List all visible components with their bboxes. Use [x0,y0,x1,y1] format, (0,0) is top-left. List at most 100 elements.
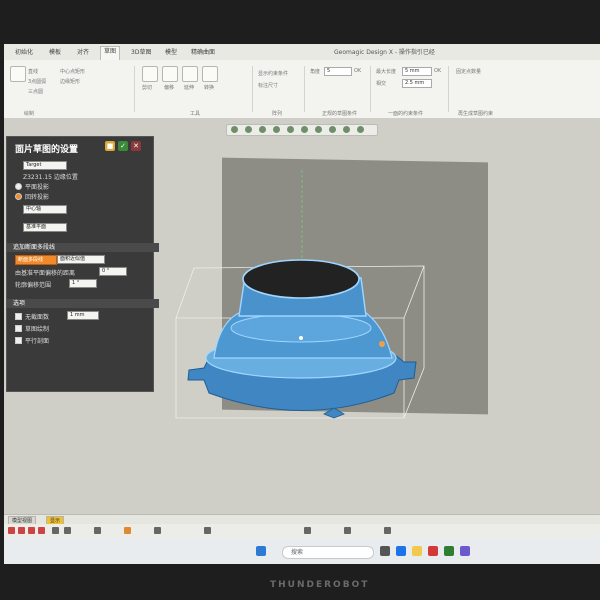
target-description: Z3231.15 边缘位置 [23,174,78,181]
app-icon[interactable] [460,546,470,556]
contour-range-field[interactable]: 1 ° [69,279,97,288]
tool-icon[interactable] [94,527,101,534]
section-add-polyline[interactable]: 追加断面多段线 [7,243,159,252]
view-icon[interactable] [329,126,336,133]
ribbon-item-center-rect[interactable]: 中心点矩形 [60,68,85,75]
ribbon-item-arc[interactable]: 3点圆弧 [28,78,46,85]
app-icon[interactable] [428,546,438,556]
tab-align[interactable]: 对齐 [74,48,92,58]
separator [252,66,253,112]
line-icon[interactable] [10,66,26,82]
opt2-checkbox[interactable] [15,325,22,332]
taskbar-search[interactable]: 搜索 [282,546,374,559]
tool-icon[interactable] [8,527,15,534]
screen: 初始化 模板 对齐 草图 3D草图 模型 精确曲面 Geomagic Desig… [4,44,600,564]
view-icon[interactable] [301,126,308,133]
tab-3dsketch[interactable]: 3D草图 [128,48,154,58]
tool-icon[interactable] [124,527,131,534]
separator [304,66,305,112]
view-icon[interactable] [245,126,252,133]
group-regenerate: 再生成草图约束 [458,111,494,117]
app-title: Geomagic Design X - 操作指引已经 [334,49,435,56]
view-toolbar [226,124,378,136]
separator [448,66,449,112]
task-view-icon[interactable] [380,546,390,556]
view-icon[interactable] [273,126,280,133]
ribbon-item-circle[interactable]: 三点圆 [28,88,43,95]
ribbon-item-edge-rect[interactable]: 边缘矩形 [60,78,80,85]
tab-surface[interactable]: 精确曲面 [188,48,218,58]
ribbon-item-trim[interactable]: 剪切 [142,84,152,91]
axis-selector[interactable]: 中心轴 [23,205,67,214]
max-length-field[interactable]: 5 mm [402,67,432,76]
tolerance-label: 相交 [376,81,387,87]
tolerance-field[interactable]: 2.5 mm [402,79,432,88]
view-icon[interactable] [315,126,322,133]
tool-icon[interactable] [304,527,311,534]
tab-model[interactable]: 模型 [162,48,180,58]
tool-icon[interactable] [52,527,59,534]
radio-rotate-projection-label: 回转投影 [25,194,50,201]
group-one-side-constraint: 一面的约束条件 [388,111,424,117]
tab-template[interactable]: 模板 [46,48,64,58]
trim-icon[interactable] [142,66,158,82]
windows-start-icon[interactable] [256,546,266,556]
ribbon-item-line[interactable]: 直线 [28,68,38,75]
group-pattern: 阵列 [272,111,283,117]
turbine-model[interactable] [187,259,417,419]
angle-field[interactable]: 5 [324,67,352,76]
fix-count-label: 固定点数量 [456,69,482,75]
pin-icon[interactable]: ■ [105,141,115,151]
group-regular-constraint: 正规的草图条件 [322,111,358,117]
ribbon-item-show-constraints[interactable]: 显示约束条件 [258,70,288,77]
ribbon-tabs: 初始化 模板 对齐 草图 3D草图 模型 精确曲面 Geomagic Desig… [4,44,600,61]
section-polyline-tag[interactable]: 断面多段线 [15,255,57,265]
ok-button[interactable]: OK [354,68,361,74]
tool-icon[interactable] [18,527,25,534]
tab-init[interactable]: 初始化 [12,48,36,58]
options-header[interactable]: 选项 [7,299,159,308]
tab-sketch[interactable]: 草图 [100,46,121,60]
radio-plane-projection-label: 平面投影 [25,184,50,191]
view-icon[interactable] [357,126,364,133]
ribbon-item-extend[interactable]: 延伸 [184,84,194,91]
app-icon[interactable] [444,546,454,556]
offset-distance-label: 由基准平面偏移的距离 [15,270,76,277]
tool-icon[interactable] [204,527,211,534]
offset-distance-field[interactable]: 0 ° [99,267,127,276]
view-icon[interactable] [259,126,266,133]
extend-icon[interactable] [182,66,198,82]
target-selector[interactable]: Target [23,161,67,170]
convert-icon[interactable] [202,66,218,82]
view-icon[interactable] [231,126,238,133]
tool-icon[interactable] [384,527,391,534]
ok-button-2[interactable]: OK [434,68,441,74]
opt1-field[interactable]: 1 mm [67,311,99,320]
ok-check-icon[interactable]: ✓ [118,141,128,151]
radio-rotate-projection[interactable] [15,193,22,200]
base-plane-selector[interactable]: 基准平面 [23,223,67,232]
tool-icon[interactable] [344,527,351,534]
taskbar-search-placeholder: 搜索 [291,549,304,556]
status-icon-strip [4,524,600,538]
ribbon-item-offset[interactable]: 偏移 [164,84,174,91]
ribbon-item-dimension[interactable]: 标注尺寸 [258,82,278,89]
opt1-checkbox[interactable] [15,313,22,320]
view-icon[interactable] [343,126,350,133]
offset-icon[interactable] [162,66,178,82]
tool-icon[interactable] [154,527,161,534]
radio-plane-projection[interactable] [15,183,22,190]
folder-icon[interactable] [412,546,422,556]
opt3-checkbox[interactable] [15,337,22,344]
ribbon-item-convert[interactable]: 转换 [204,84,214,91]
close-icon[interactable]: ✕ [131,141,141,151]
separator [370,66,371,112]
max-length-label: 最大长度 [376,69,397,75]
tool-icon[interactable] [28,527,35,534]
view-icon[interactable] [287,126,294,133]
tool-icon[interactable] [64,527,71,534]
browser-icon[interactable] [396,546,406,556]
tool-icon[interactable] [38,527,45,534]
area-approx-field[interactable]: 面积近似值 [57,255,105,264]
windows-taskbar: 搜索 [4,538,600,564]
